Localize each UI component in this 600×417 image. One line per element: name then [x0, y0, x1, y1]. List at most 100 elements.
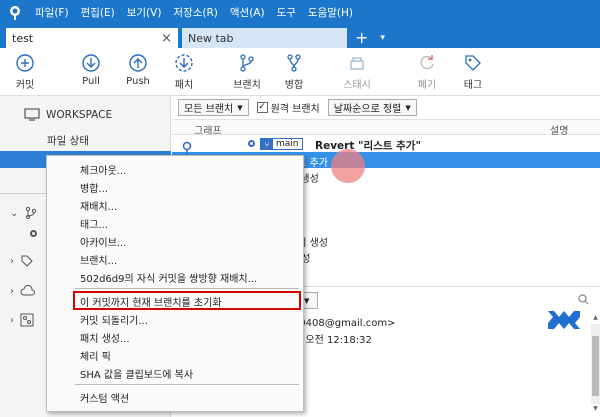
details-scrollbar[interactable] — [591, 324, 600, 404]
menu-item-custom-actions[interactable]: 커스텀 액션 — [80, 390, 129, 405]
commit-message: Revert "리스트 추가" — [315, 140, 421, 152]
chevron-down-icon: ⌄ — [10, 207, 19, 219]
sourcetree-logo-icon — [7, 5, 23, 21]
scroll-down-icon[interactable]: ▼ — [591, 405, 600, 412]
merge-label: 병합 — [284, 80, 304, 91]
fetch-button[interactable]: 패치 — [159, 52, 209, 91]
description-column-header[interactable]: 설명 — [550, 122, 568, 137]
discard-icon — [417, 52, 437, 74]
menu-repository[interactable]: 저장소(R) — [167, 0, 223, 26]
pull-button[interactable]: Pull — [66, 52, 116, 87]
commit-node-icon — [248, 140, 255, 147]
scroll-up-icon[interactable]: ▲ — [591, 314, 600, 321]
chevron-down-icon: ▼ — [405, 103, 411, 112]
menu-bar: 파일(F) 편집(E) 보기(V) 저장소(R) 액션(A) 도구 도움말(H) — [29, 0, 359, 26]
checkbox-check-icon: ✓ — [256, 102, 268, 113]
workspace-label: WORKSPACE — [46, 108, 113, 121]
stash-button[interactable]: 스태시 — [332, 52, 382, 91]
tag-icon — [463, 52, 483, 74]
chevron-right-icon: › — [10, 285, 14, 297]
menu-item-create-patch[interactable]: 패치 생성... — [80, 330, 130, 345]
menu-item-merge[interactable]: 병합... — [80, 180, 108, 195]
toolbar: 커밋 Pull Push 패치 브랜치 병합 스태시 폐기 태그 — [0, 48, 600, 96]
menu-edit[interactable]: 편집(E) — [75, 0, 121, 26]
graph-column-header[interactable]: 그래프 — [194, 122, 222, 137]
filter-bar: 모든 브랜치 ▼ ✓ 원격 브랜치 날짜순으로 정렬 ▼ — [178, 99, 417, 116]
discard-label: 폐기 — [417, 80, 437, 91]
stash-label: 스태시 — [343, 80, 371, 91]
discard-button[interactable]: 폐기 — [402, 52, 452, 91]
search-icon[interactable] — [578, 294, 589, 305]
fetch-icon — [174, 52, 194, 74]
scrollbar-thumb[interactable] — [592, 336, 599, 396]
sidebar-submodules-group[interactable]: › — [10, 313, 34, 327]
all-branches-label: 모든 브랜치 — [184, 104, 234, 115]
submodule-icon — [20, 313, 34, 327]
click-indicator — [331, 149, 365, 183]
all-branches-dropdown[interactable]: 모든 브랜치 ▼ — [178, 99, 249, 116]
tab-new-tab-label: New tab — [188, 31, 234, 45]
commit-date: 일 오전 12:18:32 — [293, 335, 372, 346]
menu-item-branch[interactable]: 브랜치... — [80, 252, 117, 267]
menu-item-reset-branch[interactable]: 이 커밋까지 현재 브랜치를 초기화 — [80, 294, 222, 309]
sidebar-remotes-group[interactable]: › — [10, 285, 36, 297]
menu-item-archive[interactable]: 아카이브... — [80, 234, 126, 249]
author-email: fl0408@gmail.com> — [293, 318, 396, 329]
tags-group-icon — [21, 255, 33, 267]
chevron-right-icon: › — [10, 255, 14, 267]
monitor-icon — [24, 108, 40, 121]
push-label: Push — [126, 76, 150, 87]
commit-list-header: 그래프 설명 — [172, 119, 600, 137]
stash-icon — [347, 52, 367, 74]
tab-test[interactable]: test × — [6, 28, 178, 48]
menu-item-revert-commit[interactable]: 커밋 되돌리기... — [80, 312, 148, 327]
menu-item-rebase[interactable]: 재배치... — [80, 198, 117, 213]
merge-button[interactable]: 병합 — [269, 52, 319, 91]
tag-button[interactable]: 태그 — [448, 52, 498, 91]
sort-dropdown[interactable]: 날짜순으로 정렬 ▼ — [327, 99, 417, 116]
current-branch-dot-icon — [30, 230, 37, 237]
remote-branch-checkbox[interactable]: ✓ 원격 브랜치 — [256, 100, 320, 115]
commit-button[interactable]: 커밋 — [0, 52, 50, 91]
tab-close-icon[interactable]: × — [161, 31, 172, 46]
chevron-right-icon: › — [10, 314, 14, 326]
pull-icon — [81, 52, 101, 74]
menu-help[interactable]: 도움말(H) — [302, 0, 359, 26]
sidebar-branches-group[interactable]: ⌄ — [10, 206, 38, 220]
fetch-label: 패치 — [174, 80, 194, 91]
menu-item-cherry-pick[interactable]: 체리 픽 — [80, 348, 111, 363]
push-button[interactable]: Push — [113, 52, 163, 87]
menu-separator — [75, 288, 299, 289]
menu-item-checkout[interactable]: 체크아웃... — [80, 162, 126, 177]
branch-label: 브랜치 — [233, 80, 261, 91]
workspace-header: WORKSPACE — [24, 108, 112, 121]
branch-group-icon — [26, 206, 37, 220]
menu-actions[interactable]: 액션(A) — [224, 0, 271, 26]
menu-file[interactable]: 파일(F) — [29, 0, 75, 26]
remote-branch-label: 원격 브랜치 — [270, 104, 320, 115]
menu-view[interactable]: 보기(V) — [121, 0, 168, 26]
menu-item-copy-sha[interactable]: SHA 값을 클립보드에 복사 — [80, 366, 193, 381]
tag-label: 태그 — [463, 80, 483, 91]
cloud-icon — [20, 285, 35, 296]
menu-tools[interactable]: 도구 — [271, 0, 302, 26]
menu-item-interactive-rebase[interactable]: 502d6d9의 자식 커밋을 쌍방향 재배치... — [80, 270, 257, 285]
tab-dropdown-icon[interactable]: ▾ — [380, 28, 385, 48]
sidebar-tags-group[interactable]: › — [10, 254, 34, 268]
chevron-down-icon: ▼ — [237, 103, 243, 112]
sort-label: 날짜순으로 정렬 — [333, 104, 402, 115]
sidebar-item-file-status[interactable]: 파일 상태 — [47, 133, 89, 148]
pull-label: Pull — [82, 76, 100, 87]
branch-button[interactable]: 브랜치 — [222, 52, 272, 91]
commit-row[interactable]: ⑂ main Revert "리스트 추가" — [172, 136, 600, 152]
branch-badge: ⑂ main — [260, 138, 303, 150]
tab-new-tab[interactable]: New tab — [182, 28, 347, 48]
add-tab-icon[interactable]: + — [355, 28, 368, 48]
sidebar-branch-current[interactable] — [30, 230, 37, 237]
merge-icon — [284, 52, 304, 74]
avatar — [548, 311, 580, 329]
menu-item-tag[interactable]: 태그... — [80, 216, 108, 231]
title-bar: 파일(F) 편집(E) 보기(V) 저장소(R) 액션(A) 도구 도움말(H) — [0, 0, 600, 26]
chevron-down-icon: ▼ — [304, 296, 310, 305]
branch-icon — [237, 52, 257, 74]
